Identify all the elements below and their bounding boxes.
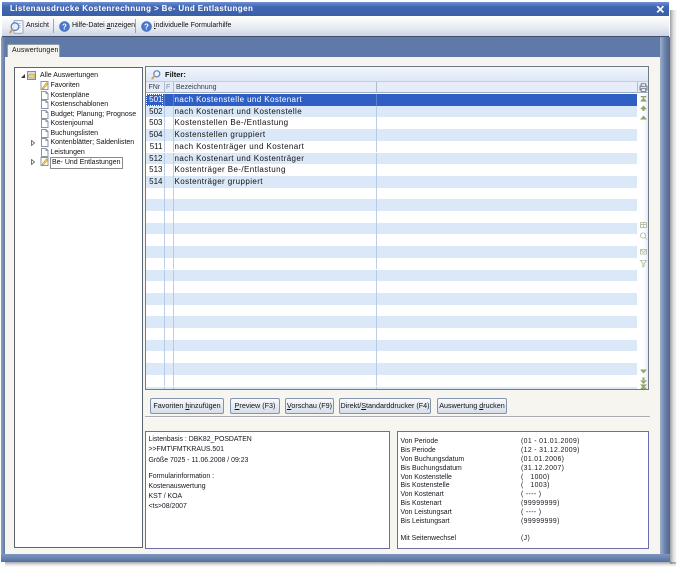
svg-text:?: ? — [144, 22, 149, 31]
svg-text:?: ? — [62, 22, 67, 31]
